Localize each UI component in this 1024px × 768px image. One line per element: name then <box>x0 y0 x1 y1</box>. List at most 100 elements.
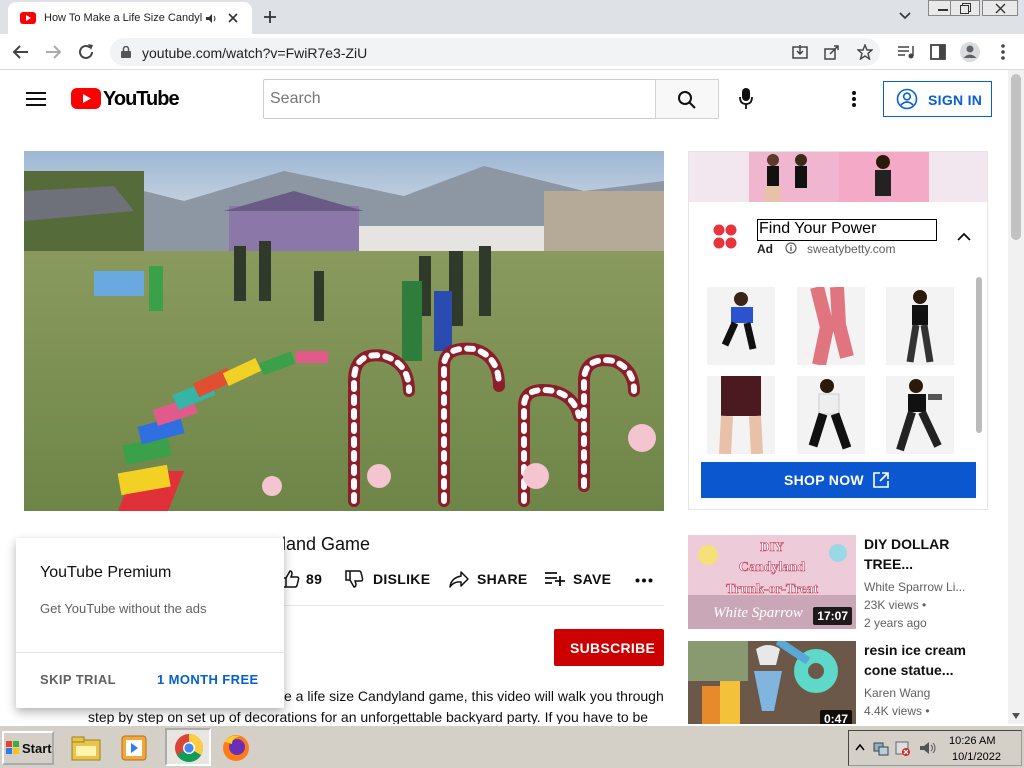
product-maroon-shorts-image <box>719 376 763 454</box>
info-icon[interactable] <box>785 242 797 254</box>
recommendation-thumbnail[interactable]: 0:47 <box>688 641 856 724</box>
security-alert-icon[interactable] <box>895 740 911 756</box>
bookmark-star-icon[interactable] <box>857 44 873 60</box>
video-duration-badge: 0:47 <box>819 710 852 724</box>
collapse-chevron-up-icon[interactable] <box>957 232 971 242</box>
shop-now-button[interactable]: SHOP NOW <box>701 462 976 498</box>
like-button[interactable]: 89 <box>280 566 326 594</box>
ad-product-image[interactable] <box>797 287 865 365</box>
youtube-logo-text[interactable]: YouTube <box>103 88 180 111</box>
video-player[interactable] <box>24 151 664 511</box>
ad-banner-image[interactable] <box>689 152 987 202</box>
ad-scrollbar[interactable] <box>976 277 982 433</box>
sponsored-ad-panel[interactable]: Find Your Power Ad sweatybetty.com SHOP … <box>688 151 988 510</box>
recommendation-channel[interactable]: Karen Wang <box>864 684 994 702</box>
youtube-premium-popup: YouTube Premium Get YouTube without the … <box>16 538 284 708</box>
clock-date[interactable]: 10/1/2022 <box>952 751 1001 763</box>
video-actions-bar: 89 DISLIKE SHARE SAVE <box>280 566 664 594</box>
system-tray: 10:26 AM 10/1/2022 <box>848 730 1022 766</box>
month-free-button[interactable]: 1 MONTH FREE <box>157 672 259 687</box>
youtube-logo-icon[interactable] <box>71 88 101 109</box>
search-input[interactable] <box>263 79 656 119</box>
ad-product-image[interactable] <box>707 376 775 454</box>
browser-toolbar: youtube.com/watch?v=FwiR7e3-ZiU <box>0 34 1024 70</box>
sweaty-betty-logo-icon[interactable] <box>713 224 737 250</box>
ad-headline[interactable]: Find Your Power <box>757 219 937 241</box>
start-button[interactable]: Start <box>2 731 54 765</box>
tab-search-chevron-icon[interactable] <box>898 11 912 21</box>
reload-icon[interactable] <box>77 43 95 61</box>
dislike-label: DISLIKE <box>373 571 431 587</box>
recommendation-channel[interactable]: White Sparrow Li... <box>864 578 994 596</box>
side-panel-icon[interactable] <box>930 44 946 60</box>
hamburger-menu-icon[interactable] <box>26 91 46 107</box>
search-icon <box>678 91 696 109</box>
thumb-text: Trunk-or-Treat <box>726 582 818 597</box>
premium-divider <box>16 652 284 653</box>
firefox-icon[interactable] <box>218 732 254 764</box>
file-explorer-icon[interactable] <box>68 732 104 764</box>
network-icon[interactable] <box>873 740 889 756</box>
close-window-button[interactable] <box>982 0 1018 16</box>
video-duration-badge: 17:07 <box>813 607 852 625</box>
subscribe-button[interactable]: SUBSCRIBE <box>554 629 664 666</box>
share-button[interactable]: SHARE <box>448 566 527 594</box>
skip-trial-button[interactable]: SKIP TRIAL <box>40 672 116 687</box>
show-hidden-icons-chevron-icon[interactable] <box>855 743 865 751</box>
playlist-add-icon <box>545 572 565 586</box>
recommendation-title[interactable]: DIY DOLLAR TREE... <box>864 534 994 574</box>
page-scrollbar[interactable] <box>1008 70 1024 724</box>
profile-avatar-icon[interactable] <box>959 41 981 63</box>
dislike-button[interactable]: DISLIKE <box>344 566 430 594</box>
shop-now-label: SHOP NOW <box>784 472 864 488</box>
product-dumbbell-workout-image <box>896 379 942 452</box>
ad-product-image[interactable] <box>886 287 954 365</box>
subscribe-label: SUBSCRIBE <box>570 640 656 656</box>
audio-playing-icon[interactable] <box>206 13 218 24</box>
back-arrow-icon[interactable] <box>12 44 30 60</box>
recommendation-title[interactable]: resin ice cream cone statue... <box>864 640 994 680</box>
forward-arrow-icon[interactable] <box>44 44 62 60</box>
browser-tab[interactable]: How To Make a Life Size Candyland Game <box>8 2 252 34</box>
sign-in-label: SIGN IN <box>928 92 983 108</box>
windows-logo-icon <box>6 741 19 754</box>
more-actions-icon[interactable] <box>635 578 653 583</box>
settings-more-icon[interactable] <box>851 90 857 108</box>
premium-title: YouTube Premium <box>40 564 172 581</box>
save-label: SAVE <box>573 571 612 587</box>
address-bar[interactable]: youtube.com/watch?v=FwiR7e3-ZiU <box>110 38 880 66</box>
media-control-icon[interactable] <box>897 44 915 60</box>
account-circle-icon <box>896 88 918 110</box>
recommendation-views: 4.4K views • <box>864 704 930 718</box>
recommendation-age: 2 years ago <box>864 616 927 630</box>
scroll-down-arrow-icon[interactable] <box>1012 713 1020 719</box>
ad-product-image[interactable] <box>797 376 865 454</box>
volume-icon[interactable] <box>919 740 937 756</box>
open-external-icon <box>873 472 889 488</box>
url-text: youtube.com/watch?v=FwiR7e3-ZiU <box>142 45 368 61</box>
product-white-top-image <box>808 379 852 450</box>
install-app-icon[interactable] <box>792 44 808 60</box>
ad-badge: Ad <box>757 242 773 256</box>
scrollbar-thumb[interactable] <box>1011 74 1021 240</box>
ad-domain: sweatybetty.com <box>807 242 896 256</box>
search-button[interactable] <box>655 79 719 119</box>
restore-window-button[interactable] <box>950 0 980 16</box>
close-tab-icon[interactable] <box>228 13 238 23</box>
browser-menu-icon[interactable] <box>1000 43 1006 61</box>
like-count: 89 <box>306 571 323 587</box>
new-tab-icon[interactable] <box>258 6 282 28</box>
chrome-taskbar-button[interactable] <box>165 728 211 766</box>
youtube-header: YouTube SIGN IN <box>0 70 1008 128</box>
premium-subtitle: Get YouTube without the ads <box>40 601 207 616</box>
media-player-icon[interactable] <box>116 732 152 764</box>
save-button[interactable]: SAVE <box>544 566 612 594</box>
microphone-icon[interactable] <box>738 87 754 111</box>
sign-in-button[interactable]: SIGN IN <box>883 81 992 117</box>
recommendation-thumbnail[interactable]: DIY Candyland Trunk-or-Treat White Sparr… <box>688 535 856 629</box>
share-page-icon[interactable] <box>824 44 840 60</box>
clock-time[interactable]: 10:26 AM <box>949 735 995 747</box>
ad-product-image[interactable] <box>886 376 954 454</box>
ad-product-image[interactable] <box>707 287 775 365</box>
product-black-outfit-image <box>906 290 934 363</box>
